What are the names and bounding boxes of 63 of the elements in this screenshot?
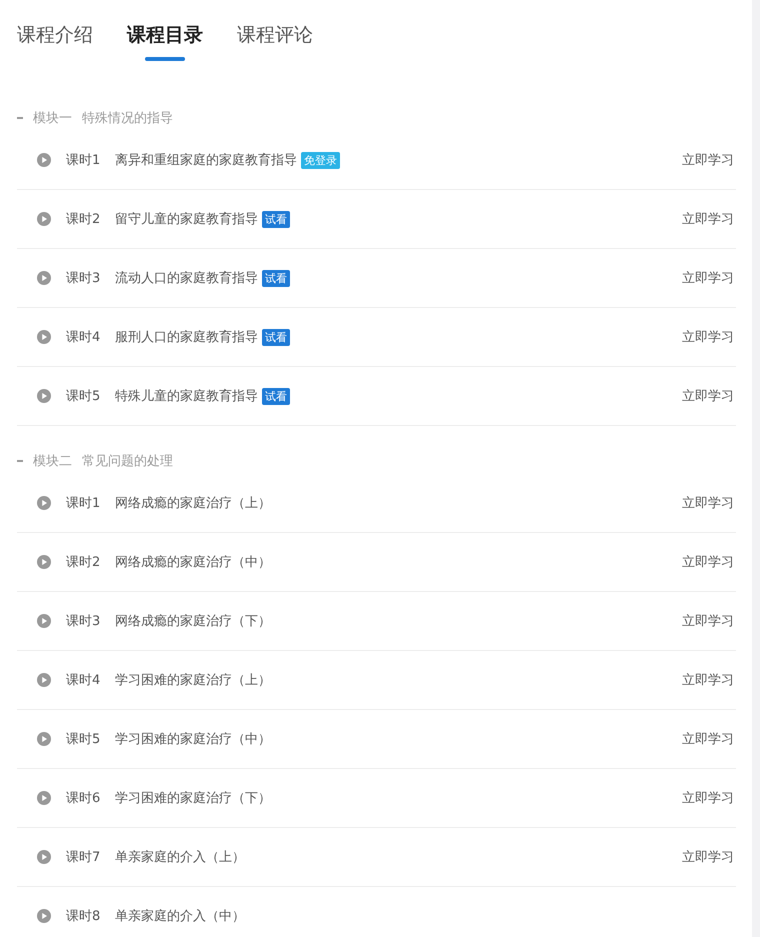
- study-link[interactable]: 立即学习: [682, 671, 734, 689]
- study-link[interactable]: 立即学习: [682, 269, 734, 287]
- lesson-tag: 试看: [262, 210, 290, 228]
- module-title: 模块一: [33, 110, 72, 127]
- study-link[interactable]: 立即学习: [682, 387, 734, 405]
- lesson-title[interactable]: 留守儿童的家庭教育指导: [115, 210, 258, 228]
- study-link[interactable]: 立即学习: [682, 210, 734, 228]
- lesson-number: 课时5: [66, 388, 102, 405]
- lesson-title[interactable]: 网络成瘾的家庭治疗（下）: [115, 612, 271, 630]
- lesson-number: 课时1: [66, 152, 102, 169]
- lesson-number: 课时7: [66, 849, 102, 866]
- play-icon[interactable]: [37, 271, 51, 285]
- lesson-number: 课时2: [66, 211, 102, 228]
- tab[interactable]: 课程目录: [127, 22, 203, 48]
- lesson-title[interactable]: 单亲家庭的介入（上）: [115, 848, 245, 866]
- lesson-tag: 试看: [262, 270, 290, 286]
- play-icon[interactable]: [37, 614, 51, 628]
- study-link[interactable]: 立即学习: [682, 494, 734, 512]
- play-icon[interactable]: [37, 555, 51, 569]
- lesson-tag: 试看: [262, 328, 290, 346]
- lesson-title[interactable]: 离异和重组家庭的家庭教育指导: [115, 151, 297, 169]
- study-link[interactable]: 立即学习: [682, 151, 734, 169]
- lesson-number: 课时2: [66, 554, 102, 571]
- lesson-title[interactable]: 网络成瘾的家庭治疗（上）: [115, 494, 271, 512]
- lesson-title[interactable]: 学习困难的家庭治疗（中）: [115, 730, 271, 748]
- play-icon[interactable]: [37, 212, 51, 226]
- lesson-tag: 免登录: [301, 152, 340, 168]
- study-link[interactable]: 立即学习: [682, 328, 734, 346]
- lesson-tag: 试看: [262, 388, 290, 404]
- module-subtitle: 特殊情况的指导: [82, 110, 173, 127]
- lesson-number: 课时3: [66, 613, 102, 630]
- lesson-number: 课时6: [66, 790, 102, 807]
- module-title: 模块二: [33, 453, 72, 470]
- lesson-title[interactable]: 学习困难的家庭治疗（下）: [115, 789, 271, 807]
- play-icon[interactable]: [37, 909, 51, 923]
- lesson-number: 课时5: [66, 731, 102, 748]
- module-subtitle: 常见问题的处理: [82, 453, 173, 470]
- study-link[interactable]: 立即学习: [682, 848, 734, 866]
- lesson-number: 课时8: [66, 908, 102, 925]
- lesson-title[interactable]: 流动人口的家庭教育指导: [115, 269, 258, 287]
- play-icon[interactable]: [37, 330, 51, 344]
- play-icon[interactable]: [37, 673, 51, 687]
- lesson-title[interactable]: 学习困难的家庭治疗（上）: [115, 671, 271, 689]
- play-icon[interactable]: [37, 791, 51, 805]
- study-link[interactable]: 立即学习: [682, 553, 734, 571]
- play-icon[interactable]: [37, 153, 51, 167]
- play-icon[interactable]: [37, 389, 51, 403]
- lesson-number: 课时4: [66, 329, 102, 346]
- lesson-number: 课时1: [66, 495, 102, 512]
- study-link[interactable]: 立即学习: [682, 789, 734, 807]
- lesson-title[interactable]: 网络成瘾的家庭治疗（中）: [115, 553, 271, 571]
- play-icon[interactable]: [37, 732, 51, 746]
- lesson-number: 课时3: [66, 270, 102, 287]
- lesson-title[interactable]: 服刑人口的家庭教育指导: [115, 328, 258, 346]
- play-icon[interactable]: [37, 496, 51, 510]
- play-icon[interactable]: [37, 850, 51, 864]
- study-link[interactable]: 立即学习: [682, 730, 734, 748]
- tab[interactable]: 课程评论: [237, 22, 313, 48]
- lesson-title[interactable]: 特殊儿童的家庭教育指导: [115, 387, 258, 405]
- lesson-title[interactable]: 单亲家庭的介入（中）: [115, 907, 245, 925]
- lesson-number: 课时4: [66, 672, 102, 689]
- study-link[interactable]: 立即学习: [682, 612, 734, 630]
- tab[interactable]: 课程介绍: [17, 22, 93, 48]
